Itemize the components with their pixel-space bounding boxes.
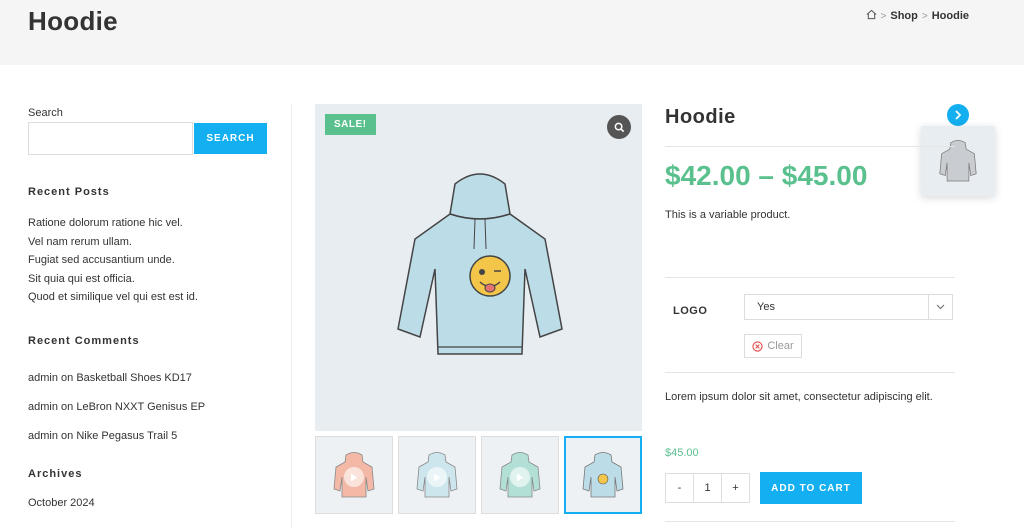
recent-post-link[interactable]: Sit quia qui est officia. bbox=[28, 270, 198, 289]
search-input[interactable] bbox=[28, 122, 193, 155]
recent-post-link[interactable]: Vel nam rerum ullam. bbox=[28, 233, 198, 252]
recent-comment: admin on Basketball Shoes KD17 bbox=[28, 364, 205, 393]
quantity-input[interactable]: 1 bbox=[693, 474, 722, 502]
archive-link[interactable]: October 2024 bbox=[28, 497, 95, 509]
product-description: This is a variable product. bbox=[665, 209, 791, 221]
comment-on: on bbox=[61, 430, 74, 442]
close-circle-icon bbox=[752, 340, 763, 352]
search-button[interactable]: SEARCH bbox=[194, 123, 267, 154]
comment-author: admin bbox=[28, 372, 58, 384]
logo-select[interactable]: Yes bbox=[744, 294, 953, 320]
home-icon[interactable] bbox=[866, 9, 877, 23]
next-product-button[interactable] bbox=[947, 104, 969, 126]
breadcrumb-current: Hoodie bbox=[931, 10, 969, 22]
recent-posts-title: Recent Posts bbox=[28, 186, 110, 198]
comment-post-link[interactable]: Nike Pegasus Trail 5 bbox=[76, 430, 177, 442]
clear-variation-button[interactable]: Clear bbox=[744, 334, 802, 358]
sale-badge: SALE! bbox=[325, 114, 376, 135]
add-to-cart-button[interactable]: ADD TO CART bbox=[760, 472, 862, 504]
comment-author: admin bbox=[28, 430, 58, 442]
comment-post-link[interactable]: LeBron NXXT Genisus EP bbox=[76, 401, 205, 413]
divider bbox=[665, 146, 955, 147]
divider bbox=[665, 372, 955, 373]
thumbnail-light-blue-hoodie[interactable] bbox=[398, 436, 476, 514]
quantity-stepper: - 1 + bbox=[665, 473, 750, 503]
recent-comments-title: Recent Comments bbox=[28, 335, 140, 347]
zoom-icon[interactable] bbox=[607, 115, 631, 139]
page-header: Hoodie > Shop > Hoodie bbox=[0, 0, 1024, 65]
divider bbox=[665, 277, 955, 278]
price-range: $42.00 – $45.00 bbox=[665, 160, 868, 191]
hoodie-illustration bbox=[397, 173, 563, 355]
chevron-down-icon bbox=[928, 295, 952, 319]
recent-posts-list: Ratione dolorum ratione hic vel. Vel nam… bbox=[28, 214, 198, 307]
thumbnail-orange-hoodie[interactable] bbox=[315, 436, 393, 514]
thumbnail-teal-hoodie[interactable] bbox=[481, 436, 559, 514]
chevron-right-icon bbox=[955, 110, 962, 120]
breadcrumb-separator: > bbox=[880, 10, 887, 22]
quantity-minus-button[interactable]: - bbox=[666, 474, 693, 502]
clear-label: Clear bbox=[767, 340, 794, 352]
logo-select-value: Yes bbox=[757, 301, 775, 313]
page-title: Hoodie bbox=[28, 6, 118, 36]
recent-comment: admin on LeBron NXXT Genisus EP bbox=[28, 393, 205, 422]
recent-post-link[interactable]: Ratione dolorum ratione hic vel. bbox=[28, 214, 198, 233]
product-title: Hoodie bbox=[665, 106, 736, 128]
play-icon bbox=[427, 467, 447, 487]
recent-comment: admin on Nike Pegasus Trail 5 bbox=[28, 422, 205, 451]
comment-author: admin bbox=[28, 401, 58, 413]
gallery-thumbnails bbox=[315, 436, 642, 514]
variation-label: LOGO bbox=[673, 305, 708, 317]
breadcrumb-separator: > bbox=[921, 10, 928, 22]
recent-post-link[interactable]: Quod et similique vel qui est est id. bbox=[28, 288, 198, 307]
play-icon bbox=[344, 467, 364, 487]
archives-title: Archives bbox=[28, 468, 83, 480]
thumbnail-blue-hoodie[interactable] bbox=[564, 436, 642, 514]
next-product-thumbnail[interactable] bbox=[921, 126, 995, 196]
recent-comments-list: admin on Basketball Shoes KD17 admin on … bbox=[28, 364, 205, 451]
short-description: Lorem ipsum dolor sit amet, consectetur … bbox=[665, 391, 933, 403]
archives-list: October 2024 bbox=[28, 497, 95, 509]
product-main-image[interactable]: SALE! bbox=[315, 104, 642, 431]
play-icon bbox=[510, 467, 530, 487]
comment-on: on bbox=[61, 401, 74, 413]
search-label: Search bbox=[28, 107, 63, 119]
variation-price: $45.00 bbox=[665, 447, 699, 459]
comment-post-link[interactable]: Basketball Shoes KD17 bbox=[76, 372, 192, 384]
quantity-plus-button[interactable]: + bbox=[722, 474, 749, 502]
hoodie-thumbnail-icon bbox=[582, 452, 624, 498]
sidebar-divider bbox=[291, 104, 292, 528]
recent-post-link[interactable]: Fugiat sed accusantium unde. bbox=[28, 251, 198, 270]
comment-on: on bbox=[61, 372, 74, 384]
breadcrumb-shop-link[interactable]: Shop bbox=[890, 10, 918, 22]
divider bbox=[665, 521, 955, 522]
breadcrumb: > Shop > Hoodie bbox=[866, 9, 969, 23]
